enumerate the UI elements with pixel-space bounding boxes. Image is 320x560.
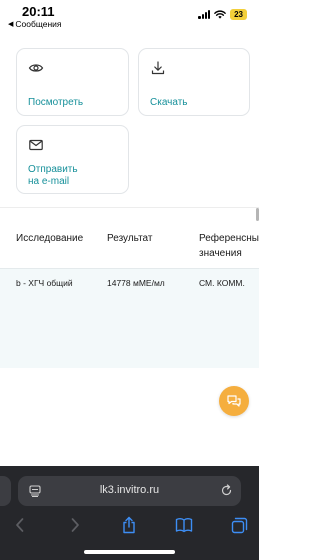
- address-bar[interactable]: lk3.invitro.ru: [18, 476, 241, 506]
- column-header-study: Исследование: [16, 233, 84, 244]
- url-text: lk3.invitro.ru: [99, 484, 160, 496]
- send-email-label: Отправить на e-mail: [28, 164, 78, 188]
- download-icon: [151, 61, 165, 75]
- column-header-reference-line1: Референсны: [199, 233, 259, 244]
- results-table[interactable]: Исследование Результат Референсны значен…: [0, 207, 259, 507]
- download-button[interactable]: Скачать: [138, 48, 250, 116]
- chevron-right-icon: [71, 518, 79, 532]
- back-button[interactable]: [9, 514, 31, 536]
- back-to-app-link[interactable]: ◀ Сообщения: [8, 19, 62, 29]
- browser-toolbar: lk3.invitro.ru: [0, 466, 259, 560]
- chat-button[interactable]: [219, 386, 249, 416]
- table-row[interactable]: b - ХГЧ общий 14778 мМЕ/мл СМ. КОММ.: [0, 268, 259, 368]
- home-indicator: [84, 550, 175, 554]
- status-bar: 20:11 ◀ Сообщения 23: [0, 0, 259, 32]
- horizontal-scroll-indicator: [256, 208, 259, 221]
- status-icons: 23: [198, 9, 247, 20]
- mail-icon: [29, 139, 43, 151]
- download-label: Скачать: [150, 97, 188, 108]
- eye-icon: [28, 64, 44, 72]
- reload-icon[interactable]: [220, 484, 233, 497]
- forward-button[interactable]: [64, 514, 86, 536]
- cell-study: b - ХГЧ общий: [16, 278, 73, 288]
- column-header-result: Результат: [107, 233, 153, 244]
- send-email-label-line2: на e-mail: [28, 176, 70, 187]
- bookmarks-button[interactable]: [173, 514, 195, 536]
- tabs-icon: [231, 517, 247, 533]
- wifi-icon: [214, 10, 226, 19]
- cell-result: 14778 мМЕ/мл: [107, 278, 165, 288]
- back-app-label: Сообщения: [15, 19, 62, 29]
- book-icon: [175, 518, 193, 533]
- column-header-reference-line2: значения: [199, 248, 242, 259]
- browser-nav-toolbar: [0, 514, 259, 538]
- previous-tab-preview[interactable]: [0, 476, 11, 506]
- send-email-label-line1: Отправить: [28, 164, 78, 175]
- send-email-button[interactable]: Отправить на e-mail: [16, 125, 129, 194]
- tabs-button[interactable]: [228, 514, 250, 536]
- chat-bubbles-icon: [227, 395, 241, 407]
- chevron-left-icon: [16, 518, 24, 532]
- share-icon: [123, 516, 135, 534]
- view-label: Посмотреть: [28, 97, 84, 108]
- view-button[interactable]: Посмотреть: [16, 48, 129, 116]
- battery-level: 23: [230, 9, 247, 20]
- status-time: 20:11: [22, 4, 55, 19]
- cellular-signal-icon: [198, 10, 211, 19]
- back-arrow-icon: ◀: [8, 21, 14, 28]
- share-button[interactable]: [118, 514, 140, 536]
- cell-reference: СМ. КОММ.: [199, 278, 245, 288]
